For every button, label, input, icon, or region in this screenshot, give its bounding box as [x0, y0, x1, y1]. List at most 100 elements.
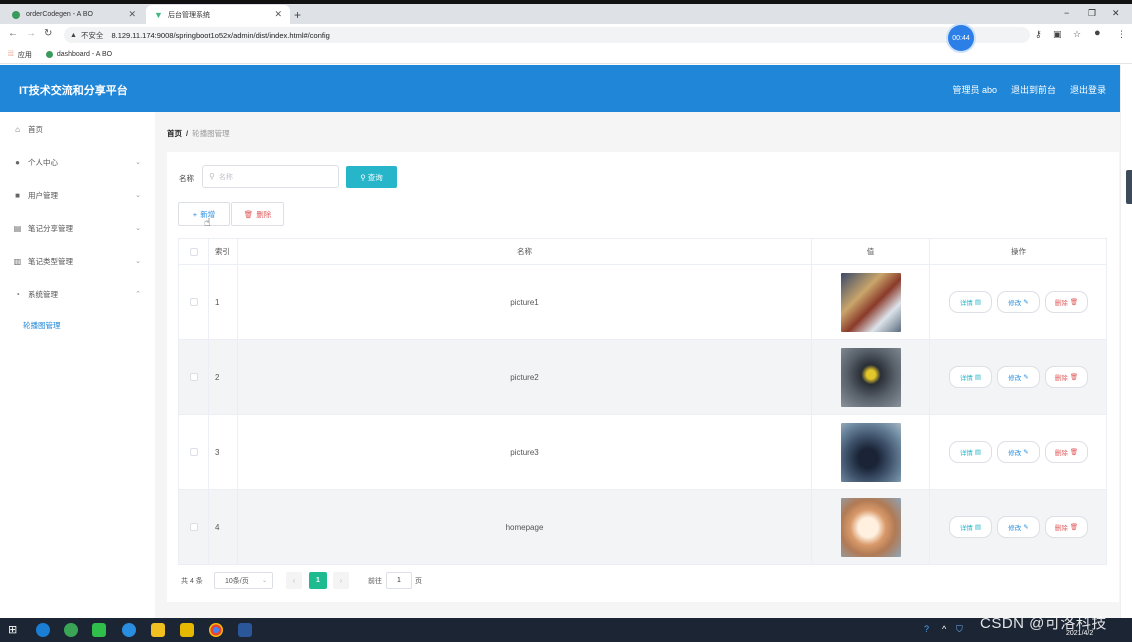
row-name: picture1 [238, 265, 812, 339]
row-index: 1 [209, 265, 238, 339]
chevron-up-icon: ⌃ [135, 291, 141, 298]
sidebar-item-personal-center[interactable]: ● 个人中心 ⌄ [0, 147, 155, 177]
url-field[interactable]: ▲ 不安全 8.129.11.174:9008/springboot1o52x/… [64, 27, 1030, 43]
page-number-current[interactable]: 1 [309, 572, 327, 589]
chrome-icon[interactable] [209, 623, 223, 637]
row-name: picture2 [238, 340, 812, 414]
admin-user-label: 管理员 abo [952, 85, 997, 95]
delete-button[interactable]: 删除 🗑 [1045, 441, 1088, 463]
vue-favicon-icon: ▼ [154, 9, 163, 20]
new-tab-icon[interactable]: + [294, 8, 301, 22]
carousel-thumbnail [840, 272, 901, 332]
breadcrumb-separator: / [186, 129, 189, 138]
search-icon: ⚲ [360, 172, 366, 182]
detail-button[interactable]: 详情 ▤ [949, 366, 992, 388]
tab-close-icon[interactable]: ✕ [128, 9, 136, 20]
detail-button[interactable]: 详情 ▤ [949, 291, 992, 313]
side-panel-tab[interactable] [1126, 170, 1132, 204]
sidebar-item-note-type[interactable]: ▥ 笔记类型管理 ⌄ [0, 246, 155, 276]
url-text: 8.129.11.174:9008/springboot1o52x/admin/… [111, 30, 330, 40]
carousel-thumbnail [840, 347, 901, 407]
restore-icon[interactable]: ❐ [1088, 8, 1096, 19]
delete-button[interactable]: 删除 🗑 [1045, 516, 1088, 538]
detail-button[interactable]: 详情 ▤ [949, 516, 992, 538]
page-size-select[interactable]: 10条/页 ⌄ [214, 572, 273, 589]
help-icon[interactable]: ? [924, 624, 929, 634]
row-checkbox[interactable] [189, 298, 198, 306]
sidebar-item-home[interactable]: ⌂ 首页 [0, 114, 155, 144]
pencil-icon: ✎ [1023, 449, 1029, 456]
edit-button[interactable]: 修改 ✎ [997, 291, 1040, 313]
delete-button[interactable]: 删除 🗑 [1045, 366, 1088, 388]
row-name: homepage [238, 490, 812, 564]
search-app-icon[interactable] [122, 623, 136, 637]
pencil-icon: ✎ [1023, 299, 1029, 306]
page-suffix-label: 页 [415, 578, 422, 585]
next-page-button[interactable]: › [333, 572, 349, 589]
windows-start-icon[interactable]: ⊞ [8, 624, 22, 638]
trash-icon: 🗑 [1069, 524, 1079, 531]
shield-icon[interactable]: ⛉ [956, 624, 963, 635]
browser-tab-admin[interactable]: ▼ 后台管理系统 ✕ [146, 5, 290, 24]
header-links: 管理员 abo 退出到前台 退出登录 [952, 83, 1106, 96]
trash-icon: 🗑 [1069, 299, 1079, 306]
app-yellow-icon[interactable] [180, 623, 194, 637]
row-checkbox[interactable] [189, 373, 198, 381]
key-icon[interactable]: ⚷ [1035, 29, 1042, 40]
sidebar-item-system-management[interactable]: ◔ 系统管理 ⌃ [0, 279, 155, 309]
bookmark-dashboard[interactable]: dashboard - A BO [45, 51, 112, 58]
table-row: 2 picture2 详情 ▤ 修改 ✎ 删除 🗑 [178, 340, 1107, 415]
forward-arrow-icon[interactable]: → [26, 28, 36, 39]
reload-icon[interactable]: ↻ [44, 28, 52, 39]
sidebar-item-user-management[interactable]: ■ 用户管理 ⌄ [0, 180, 155, 210]
sidebar-item-note-share[interactable]: ▤ 笔记分享管理 ⌄ [0, 213, 155, 243]
row-checkbox[interactable] [189, 523, 198, 531]
pencil-icon: ✎ [1023, 524, 1029, 531]
chevron-down-icon: ⌄ [135, 192, 141, 199]
os-taskbar: ⊞ ? ^ ⛉ [0, 618, 1132, 642]
edge-browser-icon[interactable] [36, 623, 50, 637]
recording-timer: 00:44 [948, 25, 974, 51]
search-input[interactable]: ⚲ 名称 [202, 165, 339, 188]
sidebar-subitem-carousel[interactable]: 轮播图管理 [0, 310, 155, 340]
plus-icon: + [192, 209, 198, 219]
edit-button[interactable]: 修改 ✎ [997, 366, 1040, 388]
query-button[interactable]: ⚲ 查询 [346, 166, 397, 188]
translate-icon[interactable]: ▣ [1053, 29, 1062, 40]
tab-close-icon[interactable]: ✕ [274, 9, 282, 20]
select-all-checkbox[interactable] [189, 247, 198, 256]
minimize-icon[interactable]: − [1064, 8, 1069, 18]
search-placeholder: 名称 [218, 173, 233, 181]
word-icon[interactable] [238, 623, 252, 637]
tray-chevron-up-icon[interactable]: ^ [942, 624, 946, 634]
row-checkbox[interactable] [189, 448, 198, 456]
browser-tab-ordercodegen[interactable]: orderCodegen - A BO ✕ [4, 5, 144, 24]
column-header-index: 索引 [209, 239, 238, 264]
users-icon: ■ [15, 190, 20, 200]
breadcrumb-home[interactable]: 首页 [167, 129, 182, 138]
edit-button[interactable]: 修改 ✎ [997, 441, 1040, 463]
detail-button[interactable]: 详情 ▤ [949, 441, 992, 463]
profile-avatar-icon[interactable]: ● [1094, 27, 1101, 39]
prev-page-button[interactable]: ‹ [286, 572, 302, 589]
logout-link[interactable]: 退出登录 [1070, 83, 1106, 96]
bookmark-apps[interactable]: ⁞⁞⁞ 应用 [8, 50, 32, 60]
menu-dots-icon[interactable]: ⋮ [1117, 29, 1126, 40]
delete-button[interactable]: 删除 🗑 [1045, 291, 1088, 313]
wechat-icon[interactable] [92, 623, 106, 637]
window-close-icon[interactable]: ✕ [1112, 8, 1120, 19]
back-arrow-icon[interactable]: ← [8, 28, 18, 39]
exit-to-frontend-link[interactable]: 退出到前台 [1011, 83, 1056, 96]
tab-title: 后台管理系统 [168, 11, 210, 19]
edit-button[interactable]: 修改 ✎ [997, 516, 1040, 538]
tab-title: orderCodegen - A BO [26, 11, 93, 18]
goto-page-input[interactable]: 1 [386, 572, 412, 589]
page-scrollbar[interactable] [1120, 65, 1132, 618]
note-icon: ▤ [13, 223, 22, 233]
bookmark-star-icon[interactable]: ☆ [1073, 29, 1081, 40]
document-icon: ▤ [974, 524, 982, 531]
folder-app-icon[interactable] [151, 623, 165, 637]
batch-delete-button[interactable]: 🗑 删除 [231, 202, 284, 226]
app-title: IT技术交流和分享平台 [19, 85, 128, 97]
app-green-icon[interactable] [64, 623, 78, 637]
